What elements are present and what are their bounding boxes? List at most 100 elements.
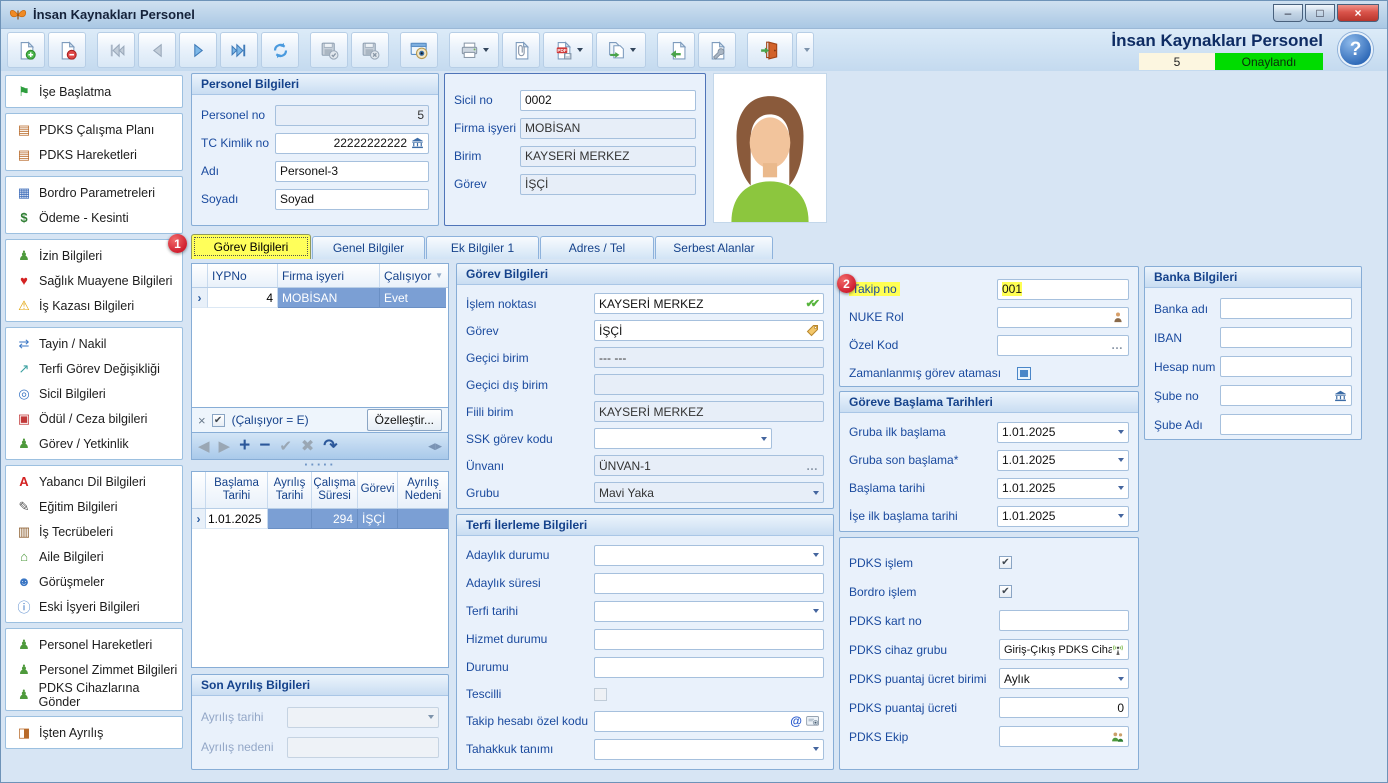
save-button[interactable]	[310, 32, 348, 68]
revert-button[interactable]	[657, 32, 695, 68]
sidebar-item-terfi-gorev[interactable]: ↗Terfi Görev Değişikliği	[6, 356, 182, 381]
dropdown-arrow-icon[interactable]	[813, 609, 819, 613]
grid-column-header[interactable]: Firma işyeri	[278, 264, 380, 287]
ellipsis-icon[interactable]: …	[806, 459, 819, 473]
sidebar-item-gorev-yetkinlik[interactable]: ♟Görev / Yetkinlik	[6, 431, 182, 456]
hizmet-durumu-input[interactable]	[594, 629, 824, 650]
nuke-rol-field[interactable]	[997, 307, 1129, 328]
sidebar-item-odul-ceza[interactable]: ▣Ödül / Ceza bilgileri	[6, 406, 182, 431]
terfi-tarihi-combo[interactable]	[594, 601, 824, 622]
sidebar-item-is-tecrubeleri[interactable]: ▥İş Tecrübeleri	[6, 519, 182, 544]
tab-genel-bilgiler[interactable]: Genel Bilgiler	[312, 236, 425, 259]
team-icon[interactable]	[1111, 731, 1124, 743]
maximize-button[interactable]: □	[1305, 4, 1335, 22]
sidebar-item-egitim-bilgileri[interactable]: ✎Eğitim Bilgileri	[6, 494, 182, 519]
help-button[interactable]: ?	[1338, 32, 1373, 67]
last-record-button[interactable]	[220, 32, 258, 68]
cell-firma[interactable]: MOBİSAN	[278, 288, 380, 308]
clear-filter-icon[interactable]: ×	[198, 413, 206, 428]
pdks-puantaj-ucreti-field[interactable]: 0	[999, 697, 1129, 718]
sidebar-item-gorusmeler[interactable]: ☻Görüşmeler	[6, 569, 182, 594]
gruba-son-baslama-combo[interactable]: 1.01.2025	[997, 450, 1129, 471]
nav-next-icon[interactable]: ▶	[219, 437, 231, 455]
dropdown-arrow-icon[interactable]	[1118, 458, 1124, 462]
government-building-icon[interactable]	[411, 137, 424, 149]
next-record-button[interactable]	[179, 32, 217, 68]
adaylik-suresi-input[interactable]	[594, 573, 824, 594]
grid-column-header[interactable]: Çalışma Süresi	[312, 472, 358, 508]
tab-gorev-bilgileri[interactable]: Görev Bilgileri	[191, 234, 311, 259]
pager-icons[interactable]: ◀▶	[428, 441, 442, 452]
cell-gorevi[interactable]: İŞÇİ	[358, 509, 398, 529]
iban-input[interactable]	[1220, 327, 1352, 348]
grid-column-header[interactable]: IYPNo	[208, 264, 278, 287]
sidebar-item-saglik-muayene[interactable]: ♥Sağlık Muayene Bilgileri	[6, 268, 182, 293]
nav-cancel-icon[interactable]: ✖	[301, 436, 314, 456]
nav-remove-icon[interactable]: −	[259, 435, 270, 457]
copy-dropdown-arrow-icon[interactable]	[630, 48, 636, 52]
cell-iypno[interactable]: 4	[208, 288, 278, 308]
sube-adi-input[interactable]	[1220, 414, 1352, 435]
adaylik-durumu-combo[interactable]	[594, 545, 824, 566]
takip-hesabi-ozel-kodu-field[interactable]: @	[594, 711, 824, 732]
isyeri-grid[interactable]: IYPNo Firma işyeri Çalışıyor▼ › 4 MOBİSA…	[191, 263, 449, 408]
previous-record-button[interactable]	[138, 32, 176, 68]
sube-no-field[interactable]	[1220, 385, 1352, 406]
soyadi-input[interactable]	[275, 189, 429, 210]
grid-row-selected[interactable]: › 1.01.2025 294 İŞÇİ	[192, 509, 448, 529]
sidebar-item-bordro-parametreleri[interactable]: ▦Bordro Parametreleri	[6, 180, 182, 205]
dropdown-arrow-icon[interactable]	[813, 747, 819, 751]
nav-redo-icon[interactable]: ↷	[323, 436, 337, 456]
sidebar-item-tayin-nakil[interactable]: ⇄Tayin / Nakil	[6, 331, 182, 356]
sidebar-item-personel-zimmet[interactable]: ♟Personel Zimmet Bilgileri	[6, 657, 182, 682]
filter-checkbox[interactable]: ✔	[212, 414, 225, 427]
grid-column-header[interactable]: Ayrılış Tarihi	[268, 472, 312, 508]
gorev-input-field[interactable]: İŞÇİ	[594, 320, 824, 341]
ozel-kod-field[interactable]: …	[997, 335, 1129, 356]
takip-no-field[interactable]: 001	[997, 279, 1129, 300]
dropdown-arrow-icon[interactable]	[1118, 430, 1124, 434]
tab-adres-tel[interactable]: Adres / Tel	[540, 236, 654, 259]
sidebar-item-odeme-kesinti[interactable]: $Ödeme - Kesinti	[6, 205, 182, 230]
sidebar-item-pdks-calisma-plani[interactable]: ▤PDKS Çalışma Planı	[6, 117, 182, 142]
pdks-cihaz-grubu-field[interactable]: Giriş-Çıkış PDKS Cihazı	[999, 639, 1129, 660]
employee-photo[interactable]	[713, 73, 827, 223]
bank-icon[interactable]	[1334, 390, 1347, 402]
pdf-export-button[interactable]: PDF	[543, 32, 593, 68]
grid-column-header[interactable]: Görevi	[358, 472, 398, 508]
tahakkuk-tanimi-combo[interactable]	[594, 739, 824, 760]
horizontal-splitter[interactable]	[191, 460, 449, 470]
banka-adi-input[interactable]	[1220, 298, 1352, 319]
card-preview-icon[interactable]	[806, 715, 819, 727]
sidebar-item-personel-hareketleri[interactable]: ♟Personel Hareketleri	[6, 632, 182, 657]
grid-column-header[interactable]: Ayrılış Nedeni	[398, 472, 448, 508]
sidebar-item-isten-ayrilis[interactable]: ◨İşten Ayrılış	[6, 720, 182, 745]
cell-calisiyor[interactable]: Evet	[380, 288, 446, 308]
print-dropdown-arrow-icon[interactable]	[483, 48, 489, 52]
close-button[interactable]: ×	[1337, 4, 1379, 22]
refresh-button[interactable]	[261, 32, 299, 68]
pdf-dropdown-arrow-icon[interactable]	[577, 48, 583, 52]
dropdown-arrow-icon[interactable]	[813, 553, 819, 557]
sidebar-item-eski-isyeri[interactable]: ⓘEski İşyeri Bilgileri	[6, 594, 182, 619]
preview-button[interactable]	[400, 32, 438, 68]
attachment-button[interactable]	[502, 32, 540, 68]
sidebar-item-sicil-bilgileri[interactable]: ◎Sicil Bilgileri	[6, 381, 182, 406]
dropdown-arrow-icon[interactable]	[1118, 486, 1124, 490]
cell-baslama-tarihi[interactable]: 1.01.2025	[206, 509, 268, 529]
ise-ilk-baslama-combo[interactable]: 1.01.2025	[997, 506, 1129, 527]
nav-add-icon[interactable]: +	[239, 435, 250, 457]
nav-ok-icon[interactable]: ✔	[279, 437, 292, 455]
nav-prev-icon[interactable]: ◀	[198, 437, 210, 455]
tab-ek-bilgiler-1[interactable]: Ek Bilgiler 1	[426, 236, 539, 259]
sicil-no-input[interactable]	[520, 90, 696, 111]
ssk-gorev-kodu-combo[interactable]	[594, 428, 772, 449]
pdks-kart-no-input[interactable]	[999, 610, 1129, 631]
tc-kimlik-no-field[interactable]: 22222222222	[275, 133, 429, 154]
exit-button[interactable]	[747, 32, 793, 68]
sidebar-item-is-kazasi[interactable]: ⚠İş Kazası Bilgileri	[6, 293, 182, 318]
sidebar-item-izin-bilgileri[interactable]: ♟İzin Bilgileri	[6, 243, 182, 268]
delete-record-button[interactable]	[48, 32, 86, 68]
grid-column-header[interactable]: Başlama Tarihi	[206, 472, 268, 508]
adi-input[interactable]	[275, 161, 429, 182]
